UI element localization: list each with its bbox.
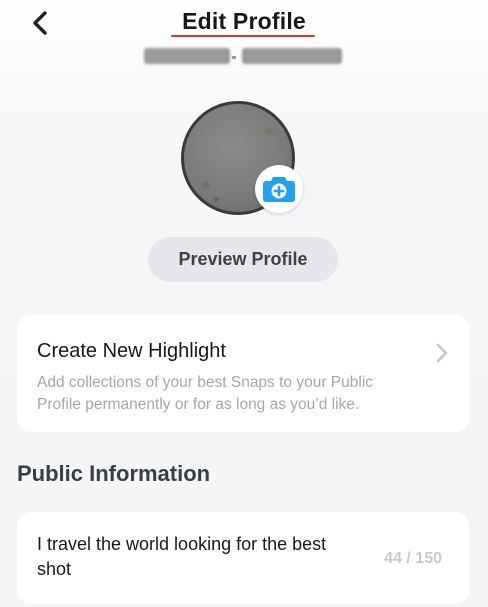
redacted-username: [144, 48, 230, 64]
highlight-title: Create New Highlight: [37, 340, 226, 362]
create-highlight-card[interactable]: Create New Highlight Add collections of …: [17, 315, 469, 432]
page-title: Edit Profile: [182, 8, 306, 34]
username-separator: [232, 56, 236, 59]
change-photo-button[interactable]: [255, 165, 303, 213]
camera-plus-icon: [263, 177, 295, 202]
chevron-right-icon: [436, 343, 448, 363]
bio-text[interactable]: I travel the world looking for the best …: [37, 532, 337, 582]
redacted-display-name: [242, 48, 342, 64]
title-underline: [171, 35, 315, 37]
profile-avatar-area: [180, 101, 303, 221]
bio-field[interactable]: I travel the world looking for the best …: [17, 512, 469, 604]
public-information-heading: Public Information: [17, 461, 211, 486]
highlight-description: Add collections of your best Snaps to yo…: [37, 374, 374, 413]
header: Edit Profile: [0, 0, 488, 72]
bio-char-count: 44 / 150: [384, 550, 442, 567]
preview-profile-button[interactable]: Preview Profile: [148, 237, 338, 282]
